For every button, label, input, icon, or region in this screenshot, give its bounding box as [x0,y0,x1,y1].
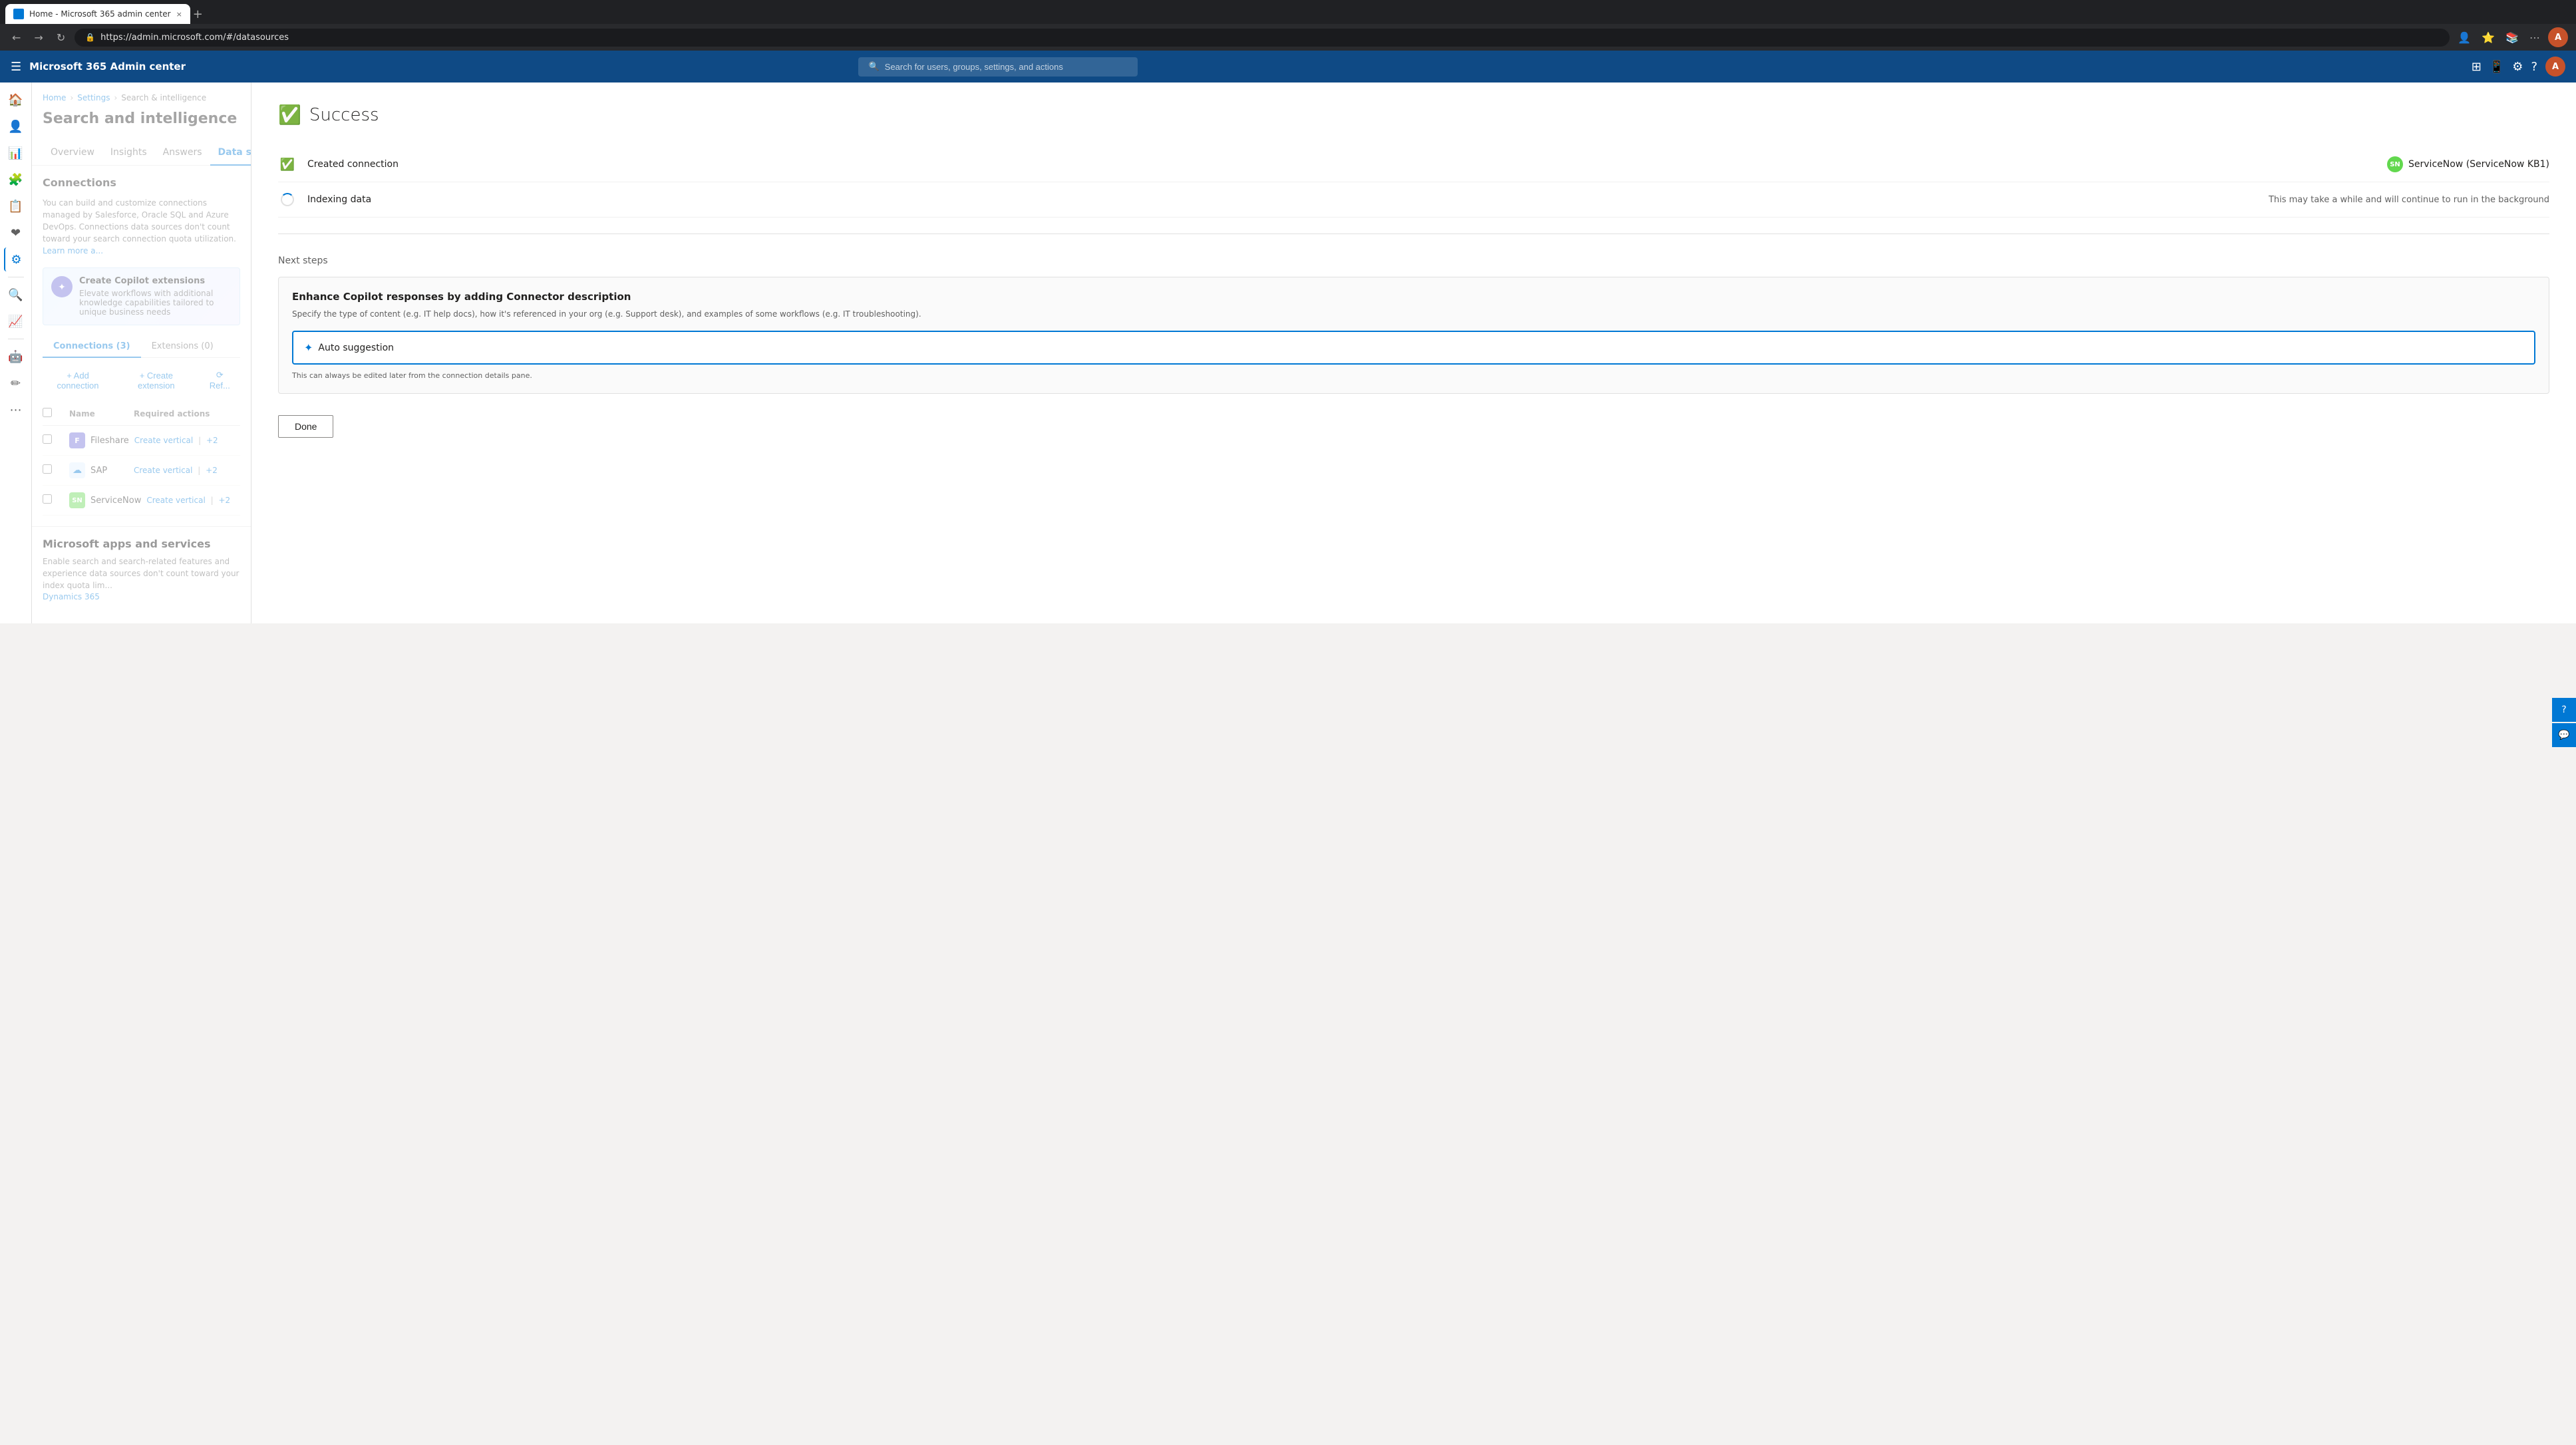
auto-suggestion-box[interactable]: ✦ Auto suggestion [292,331,2535,365]
admin-center-icon[interactable]: ⊞ [2472,60,2482,74]
hamburger-menu[interactable]: ☰ [11,60,21,74]
float-help-button[interactable]: ? [2552,698,2576,722]
url-box[interactable]: 🔒 https://admin.microsoft.com/#/datasour… [75,29,2450,47]
settings-icon[interactable]: ⚙ [2512,60,2523,74]
steps-list: ✅ Created connection SN ServiceNow (Serv… [278,147,2549,234]
step-value-created: SN ServiceNow (ServiceNow KB1) [2387,156,2549,172]
app-name: Microsoft 365 Admin center [29,61,186,73]
help-icon[interactable]: ? [2531,60,2537,74]
servicenow-badge-icon: SN [2387,156,2403,172]
back-button[interactable]: ← [8,29,25,47]
browser-chrome: Home - Microsoft 365 admin center × + [0,0,2576,24]
servicenow-value-text: ServiceNow (ServiceNow KB1) [2408,159,2549,170]
new-tab-button[interactable]: + [190,5,206,24]
user-avatar[interactable]: A [2548,27,2568,47]
close-tab-button[interactable]: × [176,10,182,19]
mobile-icon[interactable]: 📱 [2490,60,2504,74]
tab-favicon [13,9,24,19]
enhance-title: Enhance Copilot responses by adding Conn… [292,291,2535,303]
float-chat-button[interactable]: 💬 [2552,723,2576,747]
step-label-indexing: Indexing data [307,194,2269,205]
success-title: Success [309,105,379,125]
sidebar-settings[interactable]: ⚙ [4,247,28,271]
sidebar-home[interactable]: 🏠 [4,88,28,112]
spinner [281,193,294,206]
done-button[interactable]: Done [278,415,333,438]
step-check-icon: ✅ [278,155,297,174]
sidebar-more[interactable]: ⋯ [4,398,28,422]
sidebar-reports[interactable]: 📋 [4,194,28,218]
sidebar-trends[interactable]: 📈 [4,309,28,333]
next-steps-section: Next steps Enhance Copilot responses by … [278,255,2549,394]
collections-icon[interactable]: 📚 [2503,29,2521,47]
right-panel: ✅ Success ✅ Created connection SN Servic… [251,82,2576,623]
url-text: https://admin.microsoft.com/#/datasource… [100,33,289,43]
sidebar: 🏠 👤 📊 🧩 📋 ❤ ⚙ 🔍 📈 🤖 ✏ ⋯ [0,82,32,623]
tab-title: Home - Microsoft 365 admin center [29,9,171,19]
sidebar-edit[interactable]: ✏ [4,371,28,395]
top-bar-left: ☰ Microsoft 365 Admin center [11,60,186,74]
next-steps-label: Next steps [278,255,2549,266]
step-label-created: Created connection [307,159,2387,170]
address-bar-right: 👤 ⭐ 📚 ⋯ A [2455,27,2568,47]
refresh-button[interactable]: ↻ [53,29,69,47]
step-value-indexing: This may take a while and will continue … [2269,195,2549,205]
sidebar-copilot[interactable]: 🤖 [4,345,28,369]
address-bar: ← → ↻ 🔒 https://admin.microsoft.com/#/da… [0,24,2576,51]
enhance-card: Enhance Copilot responses by adding Conn… [278,277,2549,394]
auto-suggestion-icon: ✦ [304,341,313,354]
edit-note: This can always be edited later from the… [292,371,2535,380]
success-check-icon: ✅ [278,104,301,126]
main-layout: 🏠 👤 📊 🧩 📋 ❤ ⚙ 🔍 📈 🤖 ✏ ⋯ Home › Settings … [0,82,2576,623]
step-created-connection: ✅ Created connection SN ServiceNow (Serv… [278,147,2549,182]
favorites-icon[interactable]: ⭐ [2479,29,2497,47]
profile-icon[interactable]: 👤 [2455,29,2474,47]
browser-tab-active: Home - Microsoft 365 admin center × [5,4,190,24]
top-bar-right: ⊞ 📱 ⚙ ? A [2472,57,2565,77]
search-icon: 🔍 [869,62,880,72]
sidebar-search[interactable]: 🔍 [4,283,28,307]
auto-suggestion-label: Auto suggestion [318,343,394,353]
more-icon[interactable]: ⋯ [2527,29,2543,47]
right-float-panel: ? 💬 [2552,698,2576,747]
top-search-bar[interactable]: 🔍 [858,57,1138,77]
lock-icon: 🔒 [85,33,95,42]
search-input[interactable] [885,62,1127,72]
top-bar: ☰ Microsoft 365 Admin center 🔍 ⊞ 📱 ⚙ ? A [0,51,2576,82]
sidebar-health[interactable]: ❤ [4,221,28,245]
sidebar-apps[interactable]: 🧩 [4,168,28,192]
user-avatar-top[interactable]: A [2545,57,2565,77]
sidebar-analytics[interactable]: 📊 [4,141,28,165]
forward-button[interactable]: → [30,29,47,47]
sidebar-users[interactable]: 👤 [4,114,28,138]
success-header: ✅ Success [278,104,2549,126]
step-indexing-data: Indexing data This may take a while and … [278,182,2549,218]
enhance-desc: Specify the type of content (e.g. IT hel… [292,308,2535,320]
overlay-backdrop [32,82,251,623]
modal-panel: ✅ Success ✅ Created connection SN Servic… [251,82,2576,623]
browser-tabs: Home - Microsoft 365 admin center × + [5,0,2571,24]
step-spinner-icon [278,190,297,209]
left-nav-panel: Home › Settings › Search & intelligence … [32,82,251,623]
